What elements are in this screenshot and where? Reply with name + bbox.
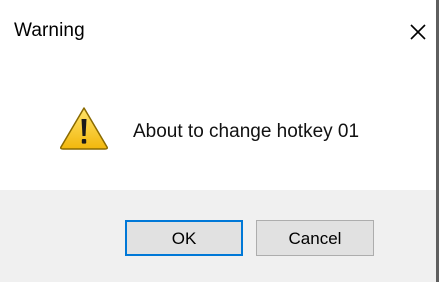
close-button[interactable] — [402, 16, 434, 48]
close-icon — [410, 24, 426, 40]
title-bar[interactable]: Warning — [0, 0, 436, 62]
background-outside-dialog — [439, 0, 448, 282]
ok-button[interactable]: OK — [125, 220, 243, 256]
warning-icon — [60, 107, 108, 150]
cancel-button[interactable]: Cancel — [256, 220, 374, 256]
dialog-footer: OK Cancel — [0, 190, 436, 282]
warning-dialog: Warning About to change hotkey 01 OK Can… — [0, 0, 448, 282]
dialog-title: Warning — [14, 20, 85, 41]
dialog-content: About to change hotkey 01 — [0, 62, 436, 190]
dialog-message: About to change hotkey 01 — [133, 121, 360, 142]
